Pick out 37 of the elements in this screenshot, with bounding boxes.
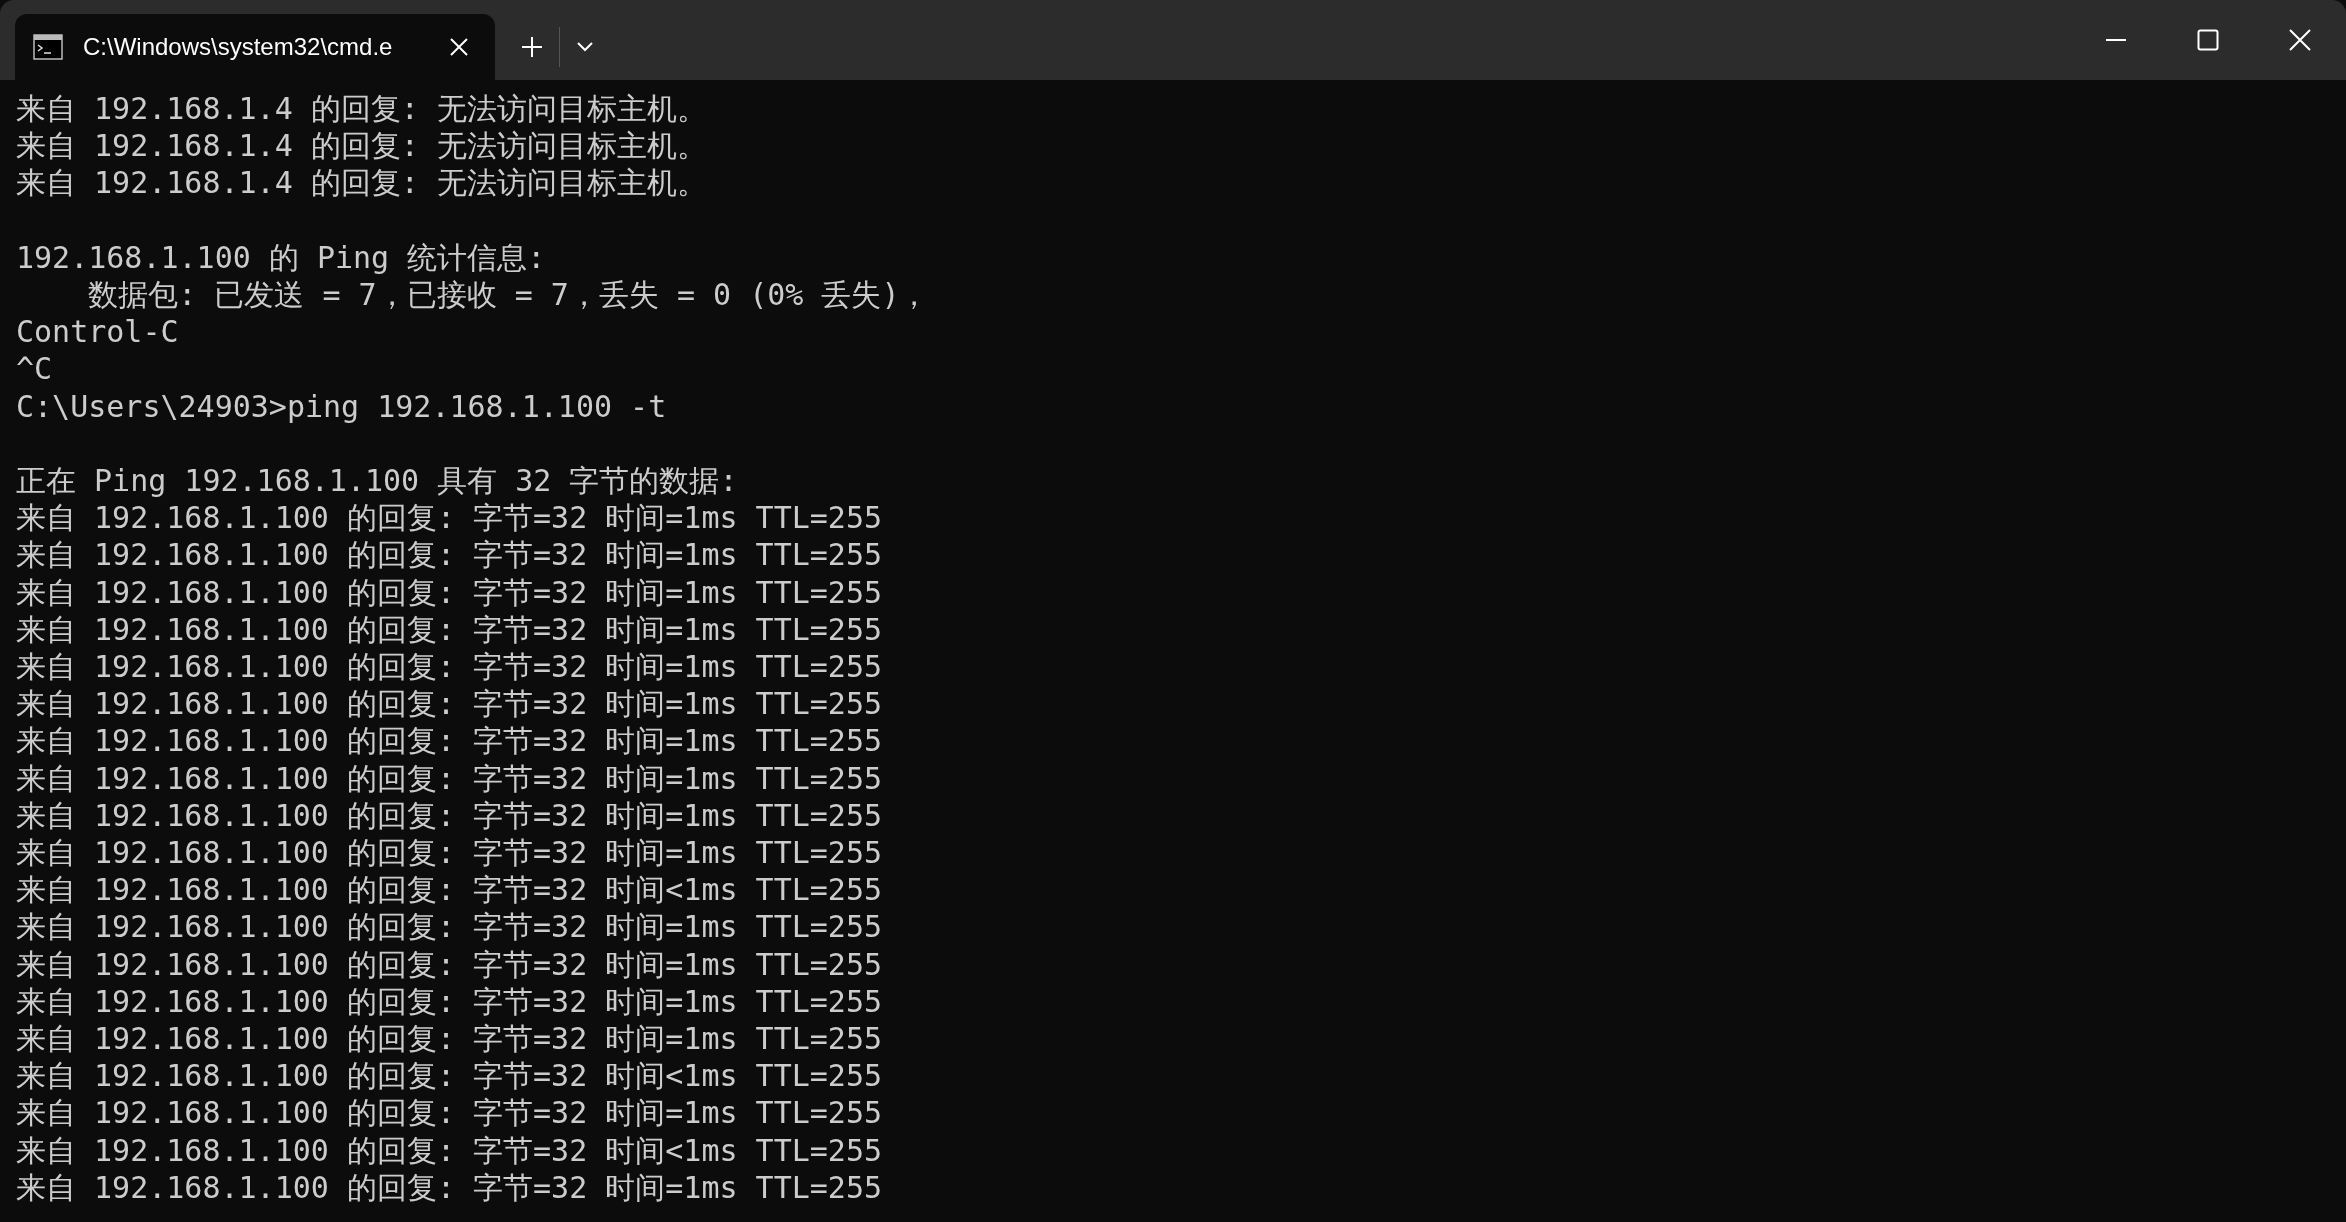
minimize-icon (2105, 38, 2127, 42)
console-line: 192.168.1.100 的 Ping 统计信息: (16, 238, 546, 276)
console-line: 来自 192.168.1.4 的回复: 无法访问目标主机。 (16, 90, 707, 128)
terminal-tab[interactable]: C:\Windows\system32\cmd.e (15, 14, 495, 80)
maximize-icon (2197, 29, 2219, 51)
close-icon (449, 37, 469, 57)
console-line: 来自 192.168.1.100 的回复: 字节=32 时间=1ms TTL=255 (16, 648, 883, 686)
console-line: 来自 192.168.1.100 的回复: 字节=32 时间=1ms TTL=255 (16, 499, 883, 537)
console-line: 来自 192.168.1.100 的回复: 字节=32 时间=1ms TTL=255 (16, 1094, 883, 1132)
console-line: 来自 192.168.1.100 的回复: 字节=32 时间=1ms TTL=255 (16, 722, 883, 760)
console-line: 来自 192.168.1.100 的回复: 字节=32 时间=1ms TTL=255 (16, 908, 883, 946)
console-line: 来自 192.168.1.100 的回复: 字节=32 时间=1ms TTL=255 (16, 573, 883, 611)
console-line: 来自 192.168.1.100 的回复: 字节=32 时间<1ms TTL=255 (16, 871, 883, 909)
console-line: 数据包: 已发送 = 7，已接收 = 7，丢失 = 0 (0% 丢失)， (87, 276, 930, 314)
close-icon (2289, 29, 2311, 51)
console-line: 来自 192.168.1.4 的回复: 无法访问目标主机。 (16, 164, 707, 202)
console-line: 来自 192.168.1.100 的回复: 字节=32 时间=1ms TTL=255 (16, 1168, 883, 1207)
console-line: ^C (16, 350, 53, 388)
console-line: C:\Users\24903>ping 192.168.1.100 -t (16, 387, 667, 425)
console-line: 来自 192.168.1.100 的回复: 字节=32 时间<1ms TTL=255 (16, 1057, 883, 1095)
console-line: 来自 192.168.1.4 的回复: 无法访问目标主机。 (16, 127, 707, 165)
console-line: 来自 192.168.1.100 的回复: 字节=32 时间=1ms TTL=255 (16, 834, 883, 872)
console-line: 来自 192.168.1.100 的回复: 字节=32 时间<1ms TTL=255 (16, 1131, 883, 1169)
console-line: 来自 192.168.1.100 的回复: 字节=32 时间=1ms TTL=255 (16, 796, 883, 835)
terminal-icon (33, 34, 63, 60)
console-line: Control-C (16, 313, 179, 351)
console-line: 来自 192.168.1.100 的回复: 字节=32 时间=1ms TTL=255 (16, 536, 883, 574)
console-line: 来自 192.168.1.100 的回复: 字节=32 时间=1ms TTL=255 (16, 759, 883, 797)
console-line: 正在 Ping 192.168.1.100 具有 32 字节的数据: (16, 462, 738, 500)
console-line: 来自 192.168.1.100 的回复: 字节=32 时间=1ms TTL=255 (16, 685, 883, 723)
plus-icon (521, 36, 543, 58)
console-line: 来自 192.168.1.100 的回复: 字节=32 时间=1ms TTL=255 (16, 982, 883, 1021)
console-line: 来自 192.168.1.100 的回复: 字节=32 时间=1ms TTL=255 (16, 945, 883, 983)
console-line: 来自 192.168.1.100 的回复: 字节=32 时间=1ms TTL=255 (16, 610, 883, 648)
tab-title: C:\Windows\system32\cmd.e (83, 33, 394, 61)
chevron-down-icon (576, 41, 594, 53)
console-line: 来自 192.168.1.100 的回复: 字节=32 时间=1ms TTL=255 (16, 1020, 883, 1058)
